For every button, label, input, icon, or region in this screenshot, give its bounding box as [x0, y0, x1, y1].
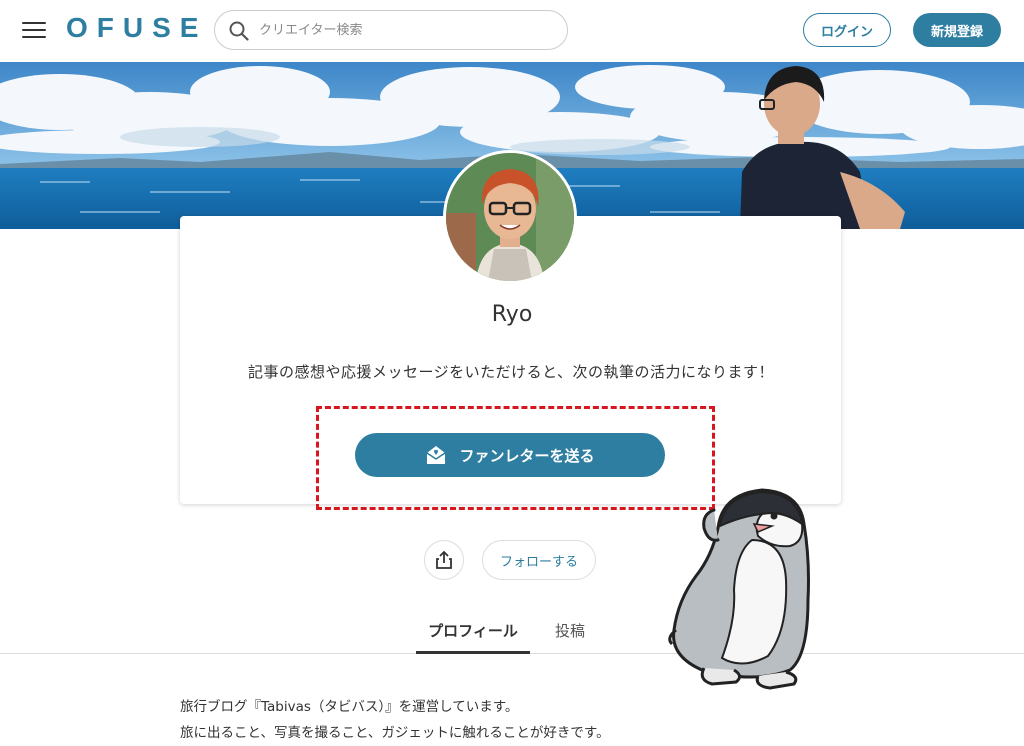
envelope-heart-icon	[427, 446, 446, 464]
search-box[interactable]	[214, 10, 568, 50]
logo[interactable]: OFUSE	[66, 12, 207, 44]
follow-button[interactable]: フォローする	[482, 540, 596, 580]
tab-posts[interactable]: 投稿	[555, 620, 585, 641]
search-icon	[229, 21, 249, 41]
avatar	[443, 150, 577, 284]
menu-icon[interactable]	[22, 20, 46, 40]
profile-text-line: 旅行ブログ『Tabivas（タビバス）』を運営しています。	[180, 699, 519, 715]
search-input[interactable]	[259, 11, 549, 49]
tab-active-indicator	[416, 651, 530, 654]
send-fanletter-label: ファンレターを送る	[459, 446, 595, 465]
profile-text: 旅行ブログ『Tabivas（タビバス）』を運営しています。 旅に出ること、写真を…	[180, 694, 840, 746]
site-header: OFUSE ログイン 新規登録	[0, 0, 1024, 62]
penguin-mascot	[668, 488, 810, 690]
send-fanletter-button[interactable]: ファンレターを送る	[355, 433, 665, 477]
share-button[interactable]	[424, 540, 464, 580]
creator-message: 記事の感想や応援メッセージをいただけると、次の執筆の活力になります！	[247, 363, 775, 381]
tab-profile[interactable]: プロフィール	[416, 620, 530, 641]
creator-name: Ryo	[491, 302, 533, 327]
login-button[interactable]: ログイン	[803, 13, 891, 47]
share-icon	[436, 550, 452, 569]
register-button[interactable]: 新規登録	[913, 13, 1001, 47]
profile-text-line: 旅に出ること、写真を撮ること、ガジェットに触れることが好きです。	[180, 725, 610, 741]
